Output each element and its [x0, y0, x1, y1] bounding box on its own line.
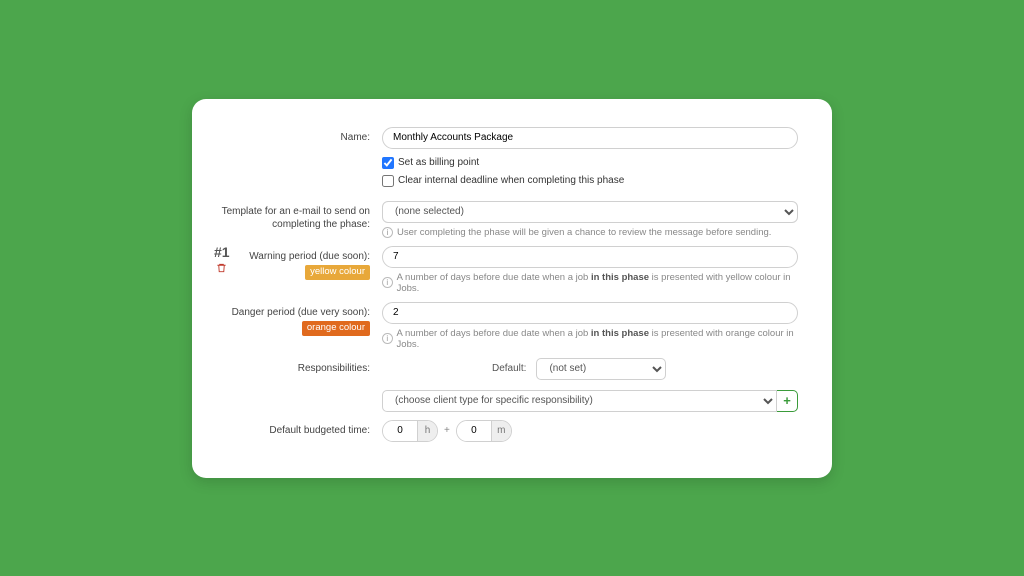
resp-clienttype-select[interactable]: (choose client type for specific respons…: [382, 390, 777, 412]
budget-hours-group: h: [382, 420, 438, 442]
hours-unit: h: [417, 421, 437, 441]
phase-gutter: #1: [214, 244, 230, 277]
danger-period-input[interactable]: [382, 302, 798, 324]
minutes-unit: m: [491, 421, 511, 441]
clear-deadline-label: Clear internal deadline when completing …: [398, 175, 624, 186]
budget-minutes-input[interactable]: [457, 421, 491, 441]
budget-label: Default budgeted time:: [212, 420, 382, 438]
danger-helper: i A number of days before due date when …: [382, 328, 798, 350]
clear-deadline-checkbox[interactable]: [382, 175, 394, 187]
name-input[interactable]: [382, 127, 798, 149]
danger-label: Danger period (due very soon):: [232, 307, 370, 318]
warning-label: Warning period (due soon):: [249, 251, 370, 262]
plus-separator: +: [444, 425, 450, 436]
budget-hours-input[interactable]: [383, 421, 417, 441]
budget-minutes-group: m: [456, 420, 512, 442]
phase-number: #1: [214, 244, 230, 260]
orange-colour-badge: orange colour: [302, 321, 370, 336]
add-responsibility-button[interactable]: +: [777, 390, 798, 412]
info-icon: i: [382, 277, 393, 288]
billing-point-checkbox[interactable]: [382, 157, 394, 169]
email-template-label: Template for an e-mail to send on comple…: [212, 201, 382, 232]
name-label: Name:: [212, 127, 382, 145]
resp-default-select[interactable]: (not set): [536, 358, 666, 380]
billing-point-label: Set as billing point: [398, 157, 479, 168]
delete-icon[interactable]: [214, 262, 230, 277]
yellow-colour-badge: yellow colour: [305, 265, 370, 280]
resp-default-label: Default:: [492, 363, 526, 374]
warning-period-input[interactable]: [382, 246, 798, 268]
info-icon: i: [382, 227, 393, 238]
responsibilities-label: Responsibilities:: [212, 358, 382, 376]
info-icon: i: [382, 333, 393, 344]
phase-card: #1 Name: Set as billing point Clear inte…: [192, 99, 832, 478]
email-template-select[interactable]: (none selected): [382, 201, 798, 223]
email-template-helper: i User completing the phase will be give…: [382, 227, 798, 238]
warning-helper: i A number of days before due date when …: [382, 272, 798, 294]
